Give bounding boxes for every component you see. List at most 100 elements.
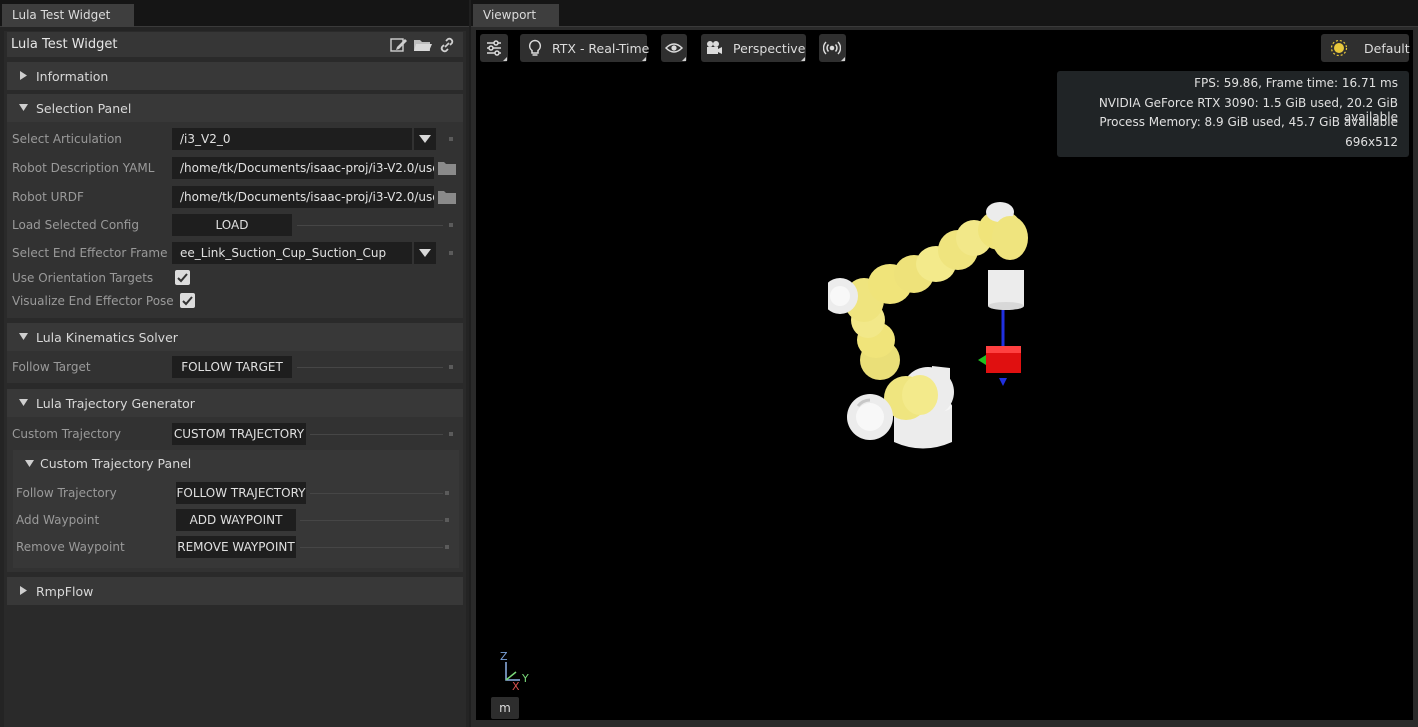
link-icon[interactable]	[437, 36, 457, 54]
eye-icon	[665, 43, 683, 53]
rmpflow-frame: RmpFlow	[7, 577, 463, 605]
rmpflow-title: RmpFlow	[36, 584, 94, 599]
chevron-down-icon[interactable]	[414, 128, 436, 150]
custom-trajectory-row: Custom Trajectory CUSTOM TRAJECTORY	[7, 422, 463, 446]
trajectory-generator-header[interactable]: Lula Trajectory Generator	[7, 389, 463, 417]
end-effector-row: Select End Effector Frame ee_Link_Suctio…	[7, 241, 463, 265]
reset-dot	[449, 251, 453, 255]
custom-trajectory-button[interactable]: CUSTOM TRAJECTORY	[172, 423, 306, 445]
custom-trajectory-panel: Custom Trajectory Panel Follow Trajector…	[13, 450, 459, 568]
trajectory-generator-title: Lula Trajectory Generator	[36, 396, 195, 411]
axis-x-label: X	[512, 680, 520, 690]
follow-trajectory-button[interactable]: FOLLOW TRAJECTORY	[176, 482, 306, 504]
camera-icon	[707, 41, 722, 54]
reset-dot	[449, 137, 453, 141]
collapse-down-arrow-icon	[19, 399, 28, 406]
broadcast-button[interactable]	[819, 34, 846, 62]
add-waypoint-label: Add Waypoint	[16, 513, 100, 527]
expand-right-arrow-icon	[20, 71, 27, 80]
robot-urdf-field[interactable]: /home/tk/Documents/isaac-proj/i3-V2.0/us…	[172, 186, 434, 208]
load-button[interactable]: LOAD	[172, 214, 292, 236]
viewport-panel: Viewport RTX - Real-Time Perspective Def…	[471, 0, 1418, 727]
information-frame: Information	[7, 62, 463, 90]
chevron-down-icon[interactable]	[414, 242, 436, 264]
checkmark-icon	[177, 273, 188, 283]
render-mode-button[interactable]: RTX - Real-Time	[520, 34, 650, 62]
kinematics-solver-header[interactable]: Lula Kinematics Solver	[7, 323, 463, 351]
gpu-text: NVIDIA GeForce RTX 3090: 1.5 GiB used, 2…	[1098, 95, 1398, 124]
robot-arm-model[interactable]	[828, 180, 1058, 460]
lighting-button[interactable]: Default	[1321, 34, 1410, 62]
expand-right-arrow-icon	[20, 586, 27, 595]
viewport-settings-button[interactable]	[480, 34, 508, 62]
orientation-targets-label: Use Orientation Targets	[12, 271, 154, 285]
divider	[310, 493, 443, 494]
end-effector-label: Select End Effector Frame	[12, 246, 168, 260]
kinematics-solver-frame: Lula Kinematics Solver Follow Target FOL…	[7, 323, 463, 383]
tab-lula-test-widget[interactable]: Lula Test Widget	[2, 4, 134, 27]
folder-icon[interactable]	[437, 159, 457, 177]
information-header[interactable]: Information	[7, 62, 463, 90]
trajectory-generator-frame: Lula Trajectory Generator Custom Traject…	[7, 389, 463, 572]
follow-target-button[interactable]: FOLLOW TARGET	[172, 356, 292, 378]
lighting-label: Default	[1364, 41, 1410, 56]
kinematics-solver-title: Lula Kinematics Solver	[36, 330, 178, 345]
sun-icon	[1330, 39, 1348, 57]
custom-trajectory-panel-header[interactable]: Custom Trajectory Panel	[13, 450, 459, 478]
selection-panel-frame: Selection Panel Select Articulation /i3_…	[7, 94, 463, 318]
robot-urdf-label: Robot URDF	[12, 190, 84, 204]
collapse-down-arrow-icon	[19, 333, 28, 340]
viewport-tab-bar: Viewport	[471, 0, 1418, 27]
folder-open-icon[interactable]	[413, 36, 433, 54]
selection-panel-header[interactable]: Selection Panel	[7, 94, 463, 122]
custom-trajectory-panel-title: Custom Trajectory Panel	[40, 456, 192, 471]
unit-label[interactable]: m	[491, 697, 519, 719]
broadcast-icon	[823, 41, 841, 55]
viewport-scene[interactable]: RTX - Real-Time Perspective Default FPS:…	[476, 30, 1413, 720]
robot-description-yaml-row: Robot Description YAML /home/tk/Document…	[7, 156, 463, 180]
orientation-targets-row: Use Orientation Targets	[7, 266, 463, 290]
edit-icon[interactable]	[389, 36, 409, 54]
reset-dot	[449, 223, 453, 227]
visualize-ee-checkbox[interactable]	[180, 293, 195, 308]
lightbulb-icon	[528, 39, 542, 56]
divider	[310, 434, 443, 435]
follow-trajectory-row: Follow Trajectory FOLLOW TRAJECTORY	[13, 481, 459, 505]
select-articulation-dropdown[interactable]: /i3_V2_0	[172, 128, 412, 150]
axis-z-label: Z	[500, 650, 508, 663]
folder-icon[interactable]	[437, 188, 457, 206]
tab-viewport[interactable]: Viewport	[473, 4, 559, 27]
add-waypoint-row: Add Waypoint ADD WAYPOINT	[13, 508, 459, 532]
render-mode-label: RTX - Real-Time	[552, 41, 650, 56]
divider	[297, 225, 443, 226]
selection-panel-title: Selection Panel	[36, 101, 132, 116]
robot-description-yaml-label: Robot Description YAML	[12, 161, 155, 175]
axis-y-label: Y	[521, 672, 529, 685]
collapse-down-arrow-icon	[19, 104, 28, 111]
camera-label: Perspective	[733, 41, 806, 56]
remove-waypoint-button[interactable]: REMOVE WAYPOINT	[176, 536, 296, 558]
memory-text: Process Memory: 8.9 GiB used, 45.7 GiB a…	[1099, 115, 1398, 129]
reset-dot	[445, 518, 449, 522]
divider	[300, 547, 443, 548]
robot-description-yaml-field[interactable]: /home/tk/Documents/isaac-proj/i3-V2.0/us…	[172, 157, 434, 179]
rmpflow-header[interactable]: RmpFlow	[7, 577, 463, 605]
add-waypoint-button[interactable]: ADD WAYPOINT	[176, 509, 296, 531]
load-config-label: Load Selected Config	[12, 218, 139, 232]
end-effector-target[interactable]	[978, 310, 1021, 386]
camera-button[interactable]: Perspective	[701, 34, 806, 62]
checkmark-icon	[182, 296, 193, 306]
sliders-icon	[487, 40, 501, 56]
performance-stats: FPS: 59.86, Frame time: 16.71 ms NVIDIA …	[1057, 71, 1409, 157]
divider	[300, 520, 443, 521]
reset-dot	[445, 491, 449, 495]
left-tab-bar: Lula Test Widget	[0, 0, 469, 27]
resolution-text: 696x512	[1345, 134, 1398, 149]
axis-gizmo: Z Y X	[500, 650, 529, 690]
visualize-ee-label: Visualize End Effector Pose	[12, 294, 174, 308]
end-effector-dropdown[interactable]: ee_Link_Suction_Cup_Suction_Cup	[172, 242, 412, 264]
orientation-targets-checkbox[interactable]	[175, 270, 190, 285]
visibility-button[interactable]	[661, 34, 687, 62]
reset-dot	[449, 432, 453, 436]
collapse-down-arrow-icon	[25, 460, 34, 467]
